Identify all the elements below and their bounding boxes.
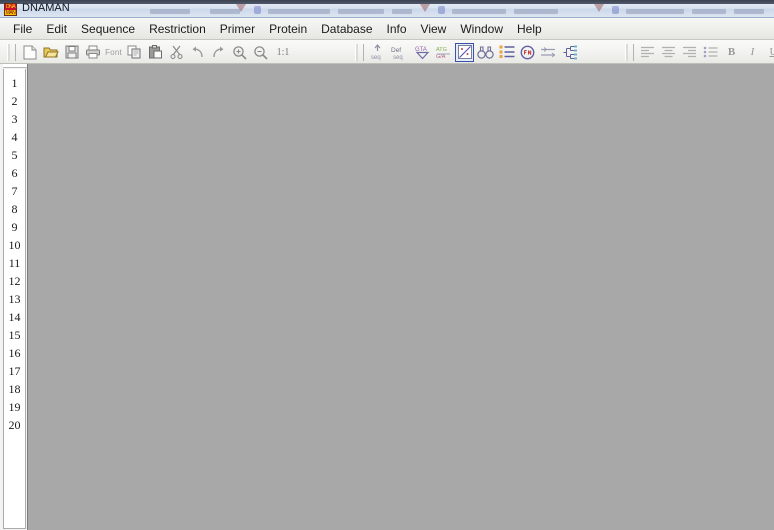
document-canvas[interactable] [29, 64, 774, 530]
zoom-in-icon[interactable] [230, 43, 249, 62]
line-number: 12 [4, 272, 25, 290]
line-number: 7 [4, 182, 25, 200]
svg-text:G/A: G/A [436, 54, 446, 60]
bullet-list-icon[interactable] [701, 43, 720, 62]
line-number: 9 [4, 218, 25, 236]
line-number: 11 [4, 254, 25, 272]
app-icon-text-bottom: MAN [5, 10, 16, 16]
line-number: 8 [4, 200, 25, 218]
line-number-gutter[interactable]: 1234567891011121314151617181920 [3, 69, 26, 529]
multi-sequence-icon[interactable]: GTA [413, 43, 432, 62]
menu-restriction[interactable]: Restriction [142, 20, 213, 38]
toolbar-grip-handle[interactable] [7, 44, 16, 61]
underline-icon[interactable]: U [764, 43, 774, 62]
italic-label: I [751, 46, 755, 58]
line-number: 6 [4, 164, 25, 182]
line-number: 5 [4, 146, 25, 164]
line-number: 16 [4, 344, 25, 362]
line-number: 20 [4, 416, 25, 434]
align-left-icon[interactable] [638, 43, 657, 62]
menu-database[interactable]: Database [314, 20, 379, 38]
toolbar: Font 1:1 [0, 40, 774, 64]
cut-scissors-icon[interactable] [167, 43, 186, 62]
define-sequence-icon[interactable]: Defseq [389, 43, 411, 62]
copy-icon[interactable] [125, 43, 144, 62]
menu-info[interactable]: Info [380, 20, 414, 38]
bold-label: B [728, 46, 735, 58]
sequence-compare-icon[interactable]: ATGG/A [434, 43, 453, 62]
svg-text:ATG: ATG [436, 47, 447, 53]
dot-matrix-icon[interactable] [455, 43, 474, 62]
align-center-icon[interactable] [659, 43, 678, 62]
menu-sequence[interactable]: Sequence [74, 20, 142, 38]
line-number: 1 [4, 74, 25, 92]
menu-view[interactable]: View [414, 20, 454, 38]
menu-bar: File Edit Sequence Restriction Primer Pr… [0, 18, 774, 40]
toolbar-group-analysis: seq Defseq GTA ATGG/A [352, 40, 580, 64]
line-number: 13 [4, 290, 25, 308]
paste-icon[interactable] [146, 43, 165, 62]
menu-primer[interactable]: Primer [213, 20, 262, 38]
phylogenetic-tree-icon[interactable] [560, 43, 579, 62]
italic-icon[interactable]: I [743, 43, 762, 62]
line-number: 3 [4, 110, 25, 128]
redo-arrow-icon[interactable] [209, 43, 228, 62]
line-number: 18 [4, 380, 25, 398]
font-button-label: Font [105, 48, 122, 57]
actual-size-icon[interactable]: 1:1 [272, 43, 294, 62]
line-number: 10 [4, 236, 25, 254]
align-right-icon[interactable] [680, 43, 699, 62]
title-bar: DNA MAN DNAMAN [0, 0, 774, 18]
document-gutter-frame: 1234567891011121314151617181920 [0, 64, 28, 530]
undo-arrow-icon[interactable] [188, 43, 207, 62]
dnaman-app-icon[interactable]: DNA MAN [4, 3, 17, 16]
svg-text:Def: Def [391, 47, 401, 54]
window-title: DNAMAN [22, 2, 70, 14]
open-folder-icon[interactable] [41, 43, 60, 62]
svg-text:seq: seq [371, 55, 381, 61]
alignment-icon[interactable] [539, 43, 558, 62]
line-number: 2 [4, 92, 25, 110]
actual-size-label: 1:1 [277, 47, 290, 58]
load-sequence-icon[interactable]: seq [368, 43, 387, 62]
menu-edit[interactable]: Edit [39, 20, 74, 38]
find-binoculars-icon[interactable] [476, 43, 495, 62]
line-number: 14 [4, 308, 25, 326]
bold-icon[interactable]: B [722, 43, 741, 62]
gutter-header [3, 64, 27, 68]
new-document-icon[interactable] [20, 43, 39, 62]
menu-window[interactable]: Window [453, 20, 510, 38]
background-window-ghost-content [150, 0, 774, 18]
toolbar-grip-handle-format[interactable] [625, 44, 634, 61]
line-number: 15 [4, 326, 25, 344]
toolbar-group-file: Font 1:1 [4, 40, 295, 64]
font-icon[interactable]: Font [104, 43, 123, 62]
line-number: 19 [4, 398, 25, 416]
menu-help[interactable]: Help [510, 20, 549, 38]
zoom-out-icon[interactable] [251, 43, 270, 62]
save-disk-icon[interactable] [62, 43, 81, 62]
workspace: 1234567891011121314151617181920 系统天地 XiT… [0, 64, 774, 530]
underline-label: U [770, 46, 774, 58]
toolbar-grip-handle-analysis[interactable] [355, 44, 364, 61]
list-report-icon[interactable] [497, 43, 516, 62]
dnaman-application-window: DNA MAN DNAMAN File Edit Sequence Restri… [0, 0, 774, 530]
plasmid-circle-icon[interactable] [518, 43, 537, 62]
menu-file[interactable]: File [6, 20, 39, 38]
menu-protein[interactable]: Protein [262, 20, 314, 38]
toolbar-group-format: B I U [622, 40, 774, 64]
line-number: 17 [4, 362, 25, 380]
svg-text:seq: seq [393, 55, 403, 61]
print-icon[interactable] [83, 43, 102, 62]
line-number: 4 [4, 128, 25, 146]
